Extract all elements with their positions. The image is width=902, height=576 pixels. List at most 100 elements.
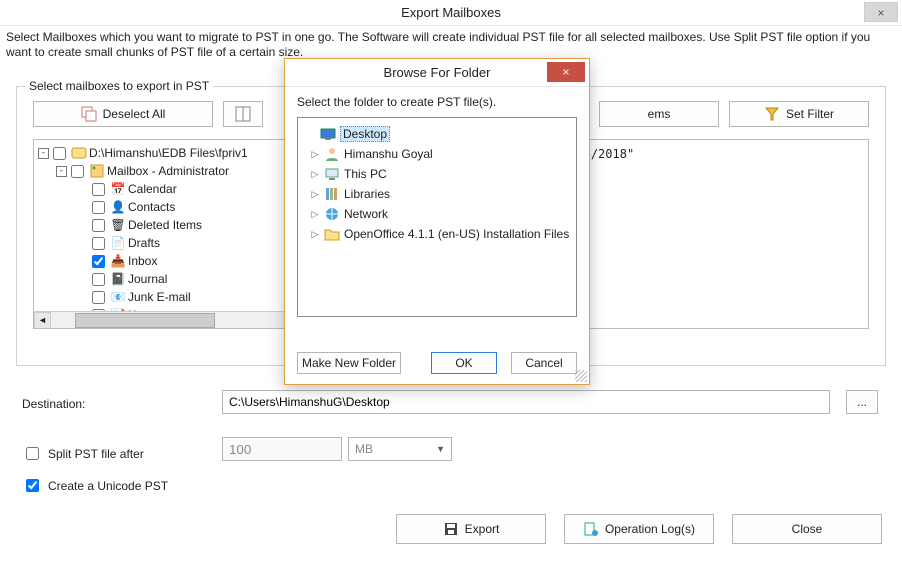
folder-icon: 🗑 [110, 217, 126, 233]
collapse-icon[interactable]: - [38, 148, 49, 159]
user-icon [324, 146, 340, 162]
dialog-title: Browse For Folder [384, 65, 491, 80]
split-unit-combobox: MB ▼ [348, 437, 452, 461]
folder-checkbox[interactable] [92, 291, 105, 304]
unicode-pst-label: Create a Unicode PST [48, 479, 168, 493]
make-new-folder-button[interactable]: Make New Folder [297, 352, 401, 374]
folder-checkbox[interactable] [92, 183, 105, 196]
folder-tree-item[interactable]: ▷ Himanshu Goyal [302, 144, 572, 164]
folder-checkbox[interactable] [92, 237, 105, 250]
folder-tree-item-label: Himanshu Goyal [344, 147, 433, 161]
expand-icon[interactable]: ▷ [310, 149, 320, 160]
folder-tree-item[interactable]: Desktop [302, 124, 572, 144]
folder-checkbox[interactable] [92, 273, 105, 286]
folder-checkbox[interactable] [92, 255, 105, 268]
deselect-all-button[interactable]: Deselect All [33, 101, 213, 127]
mailbox-checkbox[interactable] [71, 165, 84, 178]
folder-label: Deleted Items [128, 218, 202, 232]
dialog-button-bar: Make New Folder OK Cancel [297, 352, 577, 374]
cancel-label: Cancel [525, 356, 562, 370]
destination-label: Destination: [22, 397, 85, 411]
ellipsis-icon: ... [857, 395, 867, 409]
funnel-icon [764, 106, 780, 122]
split-unit-value: MB [355, 442, 373, 456]
export-button[interactable]: Export [396, 514, 546, 544]
mailbox-icon [89, 163, 105, 179]
folder-icon: 📓 [110, 271, 126, 287]
dialog-titlebar: Browse For Folder × [285, 59, 589, 87]
operation-logs-button[interactable]: Operation Log(s) [564, 514, 714, 544]
window-title: Export Mailboxes [401, 5, 501, 20]
desktop-icon [320, 126, 336, 142]
folder-icon: 📄 [110, 235, 126, 251]
folder-tree-item[interactable]: ▷ This PC [302, 164, 572, 184]
folder-label: Inbox [128, 254, 157, 268]
deselect-icon [81, 106, 97, 122]
split-size-input [222, 437, 342, 461]
dialog-close-button[interactable]: × [547, 62, 585, 82]
folder-label: Contacts [128, 200, 175, 214]
items-button[interactable]: ems [599, 101, 719, 127]
ok-button[interactable]: OK [431, 352, 497, 374]
columns-icon [235, 106, 251, 122]
instruction-text: Select Mailboxes which you want to migra… [6, 30, 896, 60]
folder-tree-item-label: Desktop [340, 126, 390, 142]
resize-grip-icon[interactable] [575, 370, 587, 382]
folder-label: Junk E-mail [128, 290, 191, 304]
destination-browse-button[interactable]: ... [846, 390, 878, 414]
ok-label: OK [455, 356, 472, 370]
folder-icon: 👤 [110, 199, 126, 215]
mailbox-label: Mailbox - Administrator [107, 164, 229, 178]
expand-icon[interactable]: ▷ [310, 189, 320, 200]
make-new-folder-label: Make New Folder [302, 356, 396, 370]
close-label: Close [792, 522, 823, 536]
root-checkbox[interactable] [53, 147, 66, 160]
folder-tree-item[interactable]: ▷ Network [302, 204, 572, 224]
browse-for-folder-dialog: Browse For Folder × Select the folder to… [284, 58, 590, 385]
scroll-left-icon[interactable]: ◄ [34, 312, 51, 329]
logs-label: Operation Log(s) [605, 522, 695, 536]
folder-tree-item-label: This PC [344, 167, 387, 181]
set-filter-button[interactable]: Set Filter [729, 101, 869, 127]
destination-input[interactable] [222, 390, 830, 414]
window-titlebar: Export Mailboxes [0, 0, 902, 26]
bottom-button-bar: Export Operation Log(s) Close [396, 514, 882, 544]
collapse-icon[interactable]: - [56, 166, 67, 177]
deselect-label: Deselect All [103, 107, 166, 121]
window-close-button[interactable]: × [864, 2, 898, 22]
chevron-down-icon: ▼ [436, 444, 445, 454]
groupbox-title: Select mailboxes to export in PST [25, 79, 213, 93]
expand-icon[interactable]: ▷ [310, 229, 320, 240]
folder-icon: 📥 [110, 253, 126, 269]
split-pst-checkbox[interactable] [26, 447, 39, 460]
edb-icon [71, 145, 87, 161]
toolbar-mid-button[interactable] [223, 101, 263, 127]
filter-label: Set Filter [786, 107, 834, 121]
close-icon: × [562, 65, 569, 79]
close-button[interactable]: Close [732, 514, 882, 544]
folder-icon: 📧 [110, 289, 126, 305]
split-pst-checkbox-row[interactable]: Split PST file after [22, 444, 144, 463]
expand-icon[interactable]: ▷ [310, 169, 320, 180]
net-icon [324, 206, 340, 222]
pc-icon [324, 166, 340, 182]
folder-tree-item[interactable]: ▷OpenOffice 4.1.1 (en-US) Installation F… [302, 224, 572, 244]
split-pst-label: Split PST file after [48, 447, 144, 461]
folder-tree[interactable]: Desktop ▷ Himanshu Goyal ▷ This PC ▷Libraries… [297, 117, 577, 317]
scroll-thumb[interactable] [75, 313, 215, 328]
folder-icon [324, 226, 340, 242]
save-icon [443, 521, 459, 537]
unicode-pst-checkbox[interactable] [26, 479, 39, 492]
folder-label: Calendar [128, 182, 177, 196]
folder-tree-item-label: Network [344, 207, 388, 221]
unicode-pst-checkbox-row[interactable]: Create a Unicode PST [22, 476, 168, 495]
cancel-button[interactable]: Cancel [511, 352, 577, 374]
log-icon [583, 521, 599, 537]
lib-icon [324, 186, 340, 202]
expand-icon[interactable]: ▷ [310, 209, 320, 220]
close-icon: × [877, 6, 884, 20]
folder-checkbox[interactable] [92, 219, 105, 232]
export-label: Export [465, 522, 500, 536]
folder-checkbox[interactable] [92, 201, 105, 214]
folder-tree-item[interactable]: ▷Libraries [302, 184, 572, 204]
